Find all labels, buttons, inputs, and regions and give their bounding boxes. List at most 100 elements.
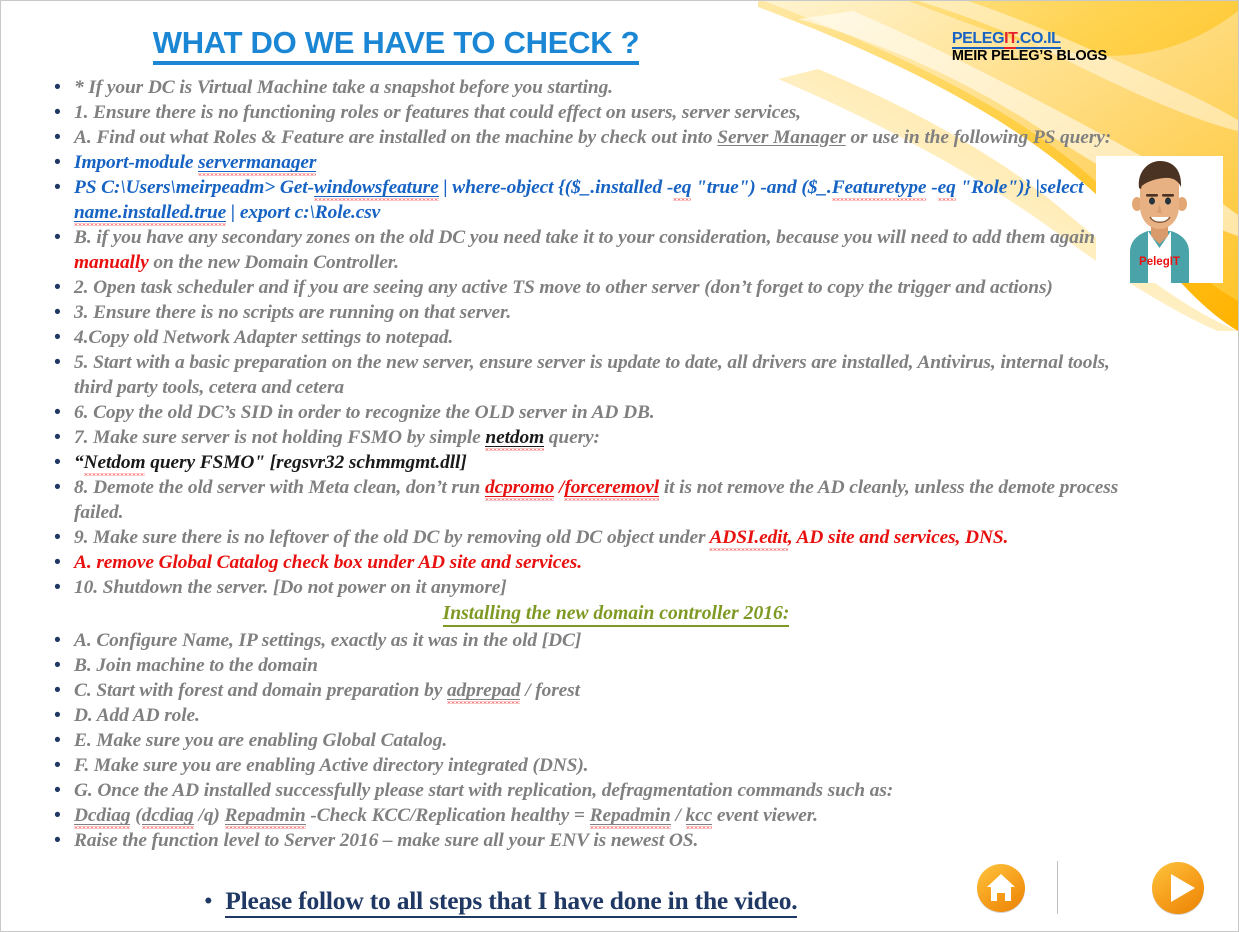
command-adprep: adprepad (446, 680, 521, 704)
list-item: • 6. Copy the old DC’s SID in order to r… (41, 400, 1151, 425)
line-new-f-text: F. Make sure you are enabling Active dir… (74, 755, 589, 776)
bullet-icon: • (204, 888, 213, 913)
line-snapshot: * If your DC is Virtual Machine take a s… (74, 75, 1151, 100)
command-dcdiag-capital: Dcdiag (74, 805, 131, 829)
dcdiag-event-viewer: event viewer. (712, 805, 818, 826)
dcdiag-q-flag: /q) (193, 805, 225, 826)
brand-logo: PELEGIT.CO.IL MEIR PELEG’S BLOGS (951, 30, 1107, 64)
bullet-icon: • (54, 577, 61, 598)
list-item: • F. Make sure you are enabling Active d… (41, 753, 1151, 778)
line-item-9-part3: , AD site and services, DNS. (787, 527, 1009, 548)
bullet-icon: • (54, 102, 61, 123)
line-new-g-text: G. Once the AD installed successfully pl… (74, 780, 894, 801)
line-new-f: F. Make sure you are enabling Active dir… (74, 753, 1151, 778)
brand-logo-it: IT (1004, 30, 1016, 49)
slide-navigation (954, 853, 1224, 923)
line-item-a-roles: A. Find out what Roles & Feature are ins… (74, 125, 1151, 150)
line-item-3: 3. Ensure there is no scripts are runnin… (74, 300, 1151, 325)
list-item: • B. Join machine to the domain (41, 653, 1151, 678)
line-item-6: 6. Copy the old DC’s SID in order to rec… (74, 400, 1151, 425)
bullet-icon: • (54, 680, 61, 701)
brand-logo-peleg: PELEG (951, 30, 1005, 49)
line-item-8-part1: 8. Demote the old server with Meta clean… (74, 477, 485, 498)
home-button[interactable] (975, 862, 1027, 914)
list-item: • 4.Copy old Network Adapter settings to… (41, 325, 1151, 350)
server-manager-link: Server Manager (717, 127, 846, 148)
line-new-c-part1: C. Start with forest and domain preparat… (74, 680, 447, 701)
next-slide-button[interactable] (1150, 860, 1206, 916)
bullet-icon: • (54, 302, 61, 323)
list-item: • PS C:\Users\meirpeadm> Get-windowsfeat… (41, 175, 1151, 225)
list-item: • “Netdom query FSMO" [regsvr32 schmmgmt… (41, 450, 1151, 475)
ps-import-servermanager: servermanager (198, 152, 316, 176)
bullet-icon: • (54, 552, 61, 573)
line-new-d: D. Add AD role. (74, 703, 1151, 728)
list-item: • 1. Ensure there is no functioning role… (41, 100, 1151, 125)
line-item-a-part3: or use in the following PS query: (845, 127, 1112, 148)
page-title-text: WHAT DO WE HAVE TO CHECK ? (152, 25, 640, 65)
ps-query-part11: | export c:\Role.csv (226, 202, 381, 223)
line-netdom-cmd: “Netdom query FSMO" [regsvr32 schmmgmt.d… (74, 450, 1151, 475)
brand-logo-tld: .CO.IL (1015, 30, 1061, 49)
bullet-icon: • (54, 780, 61, 801)
bullet-icon: • (54, 805, 61, 826)
line-dcdiag: Dcdiag (dcdiag /q) Repadmin -Check KCC/R… (74, 803, 1151, 828)
line-item-3-text: 3. Ensure there is no scripts are runnin… (74, 302, 512, 323)
bullet-icon: • (54, 630, 61, 651)
footer-callout-text: Please follow to all steps that I have d… (225, 885, 798, 918)
command-netdom: netdom (485, 427, 544, 451)
line-ps-import: Import-module servermanager (74, 150, 1151, 175)
ps-query-eq2: eq (937, 177, 956, 201)
line-new-a-text: A. Configure Name, IP settings, exactly … (74, 630, 582, 651)
line-new-c-part3: / forest (520, 680, 580, 701)
line-item-6-text: 6. Copy the old DC’s SID in order to rec… (74, 402, 655, 423)
line-item-1: 1. Ensure there is no functioning roles … (74, 100, 1151, 125)
page-title: WHAT DO WE HAVE TO CHECK ? (1, 25, 791, 65)
list-item: • 2. Open task scheduler and if you are … (41, 275, 1151, 300)
line-item-5: 5. Start with a basic preparation on the… (74, 350, 1151, 400)
bullet-icon: • (54, 755, 61, 776)
line-item-8-slash: / (554, 477, 565, 498)
command-netdom-capital: Netdom (83, 452, 146, 476)
ps-query-part1: PS C:\Users\meirpeadm> Get- (74, 177, 314, 198)
bullet-icon: • (54, 655, 61, 676)
ps-query-part5: "true") -and ($_. (691, 177, 832, 198)
bullet-icon: • (54, 177, 61, 198)
list-item: • A. Find out what Roles & Feature are i… (41, 125, 1151, 150)
line-item-4: 4.Copy old Network Adapter settings to n… (74, 325, 1151, 350)
command-repadmin-1: Repadmin (224, 805, 306, 829)
bullet-icon: • (54, 277, 61, 298)
dcdiag-slash: / (670, 805, 686, 826)
install-heading-text: Installing the new domain controller 201… (442, 603, 790, 627)
line-item-2-text: 2. Open task scheduler and if you are se… (74, 277, 1053, 298)
line-new-d-text: D. Add AD role. (74, 705, 200, 726)
ps-query-part9: "Role")} |select (955, 177, 1084, 198)
nav-divider (1057, 861, 1058, 914)
line-install-heading: Installing the new domain controller 201… (41, 601, 1151, 627)
slide-canvas: WHAT DO WE HAVE TO CHECK ? PELEGIT.CO.IL… (0, 0, 1239, 932)
line-new-e: E. Make sure you are enabling Global Cat… (74, 728, 1151, 753)
bullet-icon: • (54, 327, 61, 348)
bullet-icon: • (54, 452, 61, 473)
emphasis-manually: manually (74, 252, 149, 273)
command-forceremoval: forceremovl (564, 477, 659, 501)
line-item-b-part1: B. if you have any secondary zones on th… (74, 227, 1095, 248)
list-item: • A. Configure Name, IP settings, exactl… (41, 628, 1151, 653)
line-item-7-part1: 7. Make sure server is not holding FSMO … (74, 427, 486, 448)
ps-query-nameinstalledtrue: name.installed.true (74, 202, 226, 226)
line-item-7: 7. Make sure server is not holding FSMO … (74, 425, 1151, 450)
bullet-icon: • (54, 352, 61, 373)
brand-logo-domain: PELEGIT.CO.IL (951, 30, 1107, 49)
avatar: PelegIT (1096, 156, 1223, 283)
command-dcpromo: dcpromo (484, 477, 554, 501)
line-new-e-text: E. Make sure you are enabling Global Cat… (74, 730, 448, 751)
ps-query-eq1: eq (673, 177, 691, 201)
command-adsi-edit: ADSI.edit (709, 527, 788, 551)
list-item: • Raise the function level to Server 201… (41, 828, 1151, 853)
list-item: • Import-module servermanager (41, 150, 1151, 175)
bullet-icon: • (54, 527, 61, 548)
avatar-shirt-text: PelegIT (1139, 256, 1180, 268)
list-item: • 5. Start with a basic preparation on t… (41, 350, 1151, 400)
line-item-9a-text: A. remove Global Catalog check box under… (74, 552, 582, 573)
ps-query-featuretype: Featuretype (831, 177, 927, 201)
